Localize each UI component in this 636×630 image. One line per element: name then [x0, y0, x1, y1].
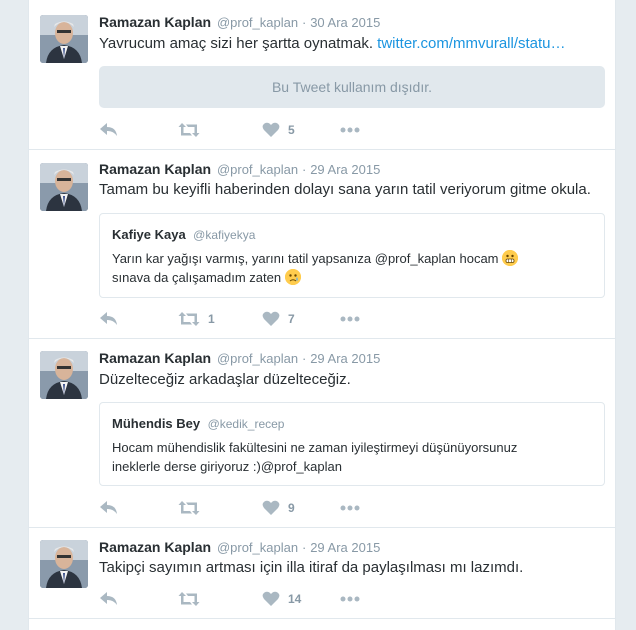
tweet-link[interactable]: twitter.com/mmvurall/statu…: [377, 35, 565, 52]
tweet[interactable]: Ramazan Kaplan @prof_kaplan · 30 Ara 201…: [29, 0, 615, 150]
tweet[interactable]: Ramazan Kaplan @prof_kaplan · 29 Ara 201…: [29, 528, 615, 619]
tweet-actions: 5: [99, 120, 399, 140]
like-button[interactable]: 14: [262, 589, 301, 609]
avatar-image: [40, 540, 88, 588]
tweet-header: Ramazan Kaplan @prof_kaplan · 29 Ara 201…: [99, 350, 380, 366]
tweet-actions: 9: [99, 498, 399, 518]
quote-fullname: Kafiye Kaya: [112, 227, 186, 242]
retweet-icon: [178, 123, 200, 137]
tweet-text: Takipçi sayımın artması için illa itiraf…: [99, 559, 524, 576]
fullname[interactable]: Ramazan Kaplan: [99, 161, 211, 177]
unavailable-tweet-notice: Bu Tweet kullanım dışıdır.: [99, 66, 605, 108]
reply-button[interactable]: [99, 589, 119, 609]
quote-username: @kafiyekya: [193, 228, 256, 242]
reply-button[interactable]: [99, 309, 119, 329]
retweet-icon: [178, 312, 200, 326]
like-count: 14: [288, 592, 302, 606]
quote-text-line2: sınava da çalışamadım zaten: [112, 270, 282, 285]
tweet-text: Yavrucum amaç sizi her şartta oynatmak. …: [99, 34, 604, 54]
reply-icon: [100, 501, 117, 514]
username[interactable]: @prof_kaplan: [217, 15, 298, 30]
avatar-image: [40, 351, 88, 399]
reply-icon: [100, 592, 117, 605]
like-count: 5: [288, 123, 295, 137]
retweet-button[interactable]: [178, 498, 208, 518]
heart-icon: [262, 122, 280, 137]
separator: ·: [301, 351, 307, 366]
crying-face-emoji: [284, 269, 301, 285]
more-button[interactable]: [340, 498, 360, 518]
username[interactable]: @prof_kaplan: [217, 540, 298, 555]
separator: ·: [301, 15, 307, 30]
tweet-header: Ramazan Kaplan @prof_kaplan · 29 Ara 201…: [99, 161, 380, 177]
timeline: Ramazan Kaplan @prof_kaplan · 30 Ara 201…: [28, 0, 616, 630]
username[interactable]: @prof_kaplan: [217, 162, 298, 177]
tweet-header: Ramazan Kaplan @prof_kaplan · 29 Ara 201…: [99, 539, 380, 555]
reply-icon: [100, 123, 117, 136]
quote-text: Hocam mühendislik fakültesini ne zaman i…: [112, 438, 592, 476]
retweet-count: 1: [208, 312, 215, 326]
fullname[interactable]: Ramazan Kaplan: [99, 14, 211, 30]
tweet[interactable]: Ramazan Kaplan @prof_kaplan · 29 Ara 201…: [29, 150, 615, 339]
fullname[interactable]: Ramazan Kaplan: [99, 539, 211, 555]
fullname[interactable]: Ramazan Kaplan: [99, 350, 211, 366]
avatar[interactable]: [40, 351, 88, 399]
avatar[interactable]: [40, 540, 88, 588]
avatar-image: [40, 163, 88, 211]
more-icon: [340, 127, 360, 133]
heart-icon: [262, 311, 280, 326]
more-icon: [340, 505, 360, 511]
separator: ·: [301, 540, 307, 555]
timestamp[interactable]: 30 Ara 2015: [310, 15, 380, 30]
heart-icon: [262, 500, 280, 515]
tweet-text: Düzelteceğiz arkadaşlar düzelteceğiz.: [99, 371, 351, 388]
quote-text-line1: Hocam mühendislik fakültesini ne zaman i…: [112, 440, 518, 455]
quoted-tweet[interactable]: Kafiye Kaya @kafiyekya Yarın kar yağışı …: [99, 213, 605, 298]
tweet-header: Ramazan Kaplan @prof_kaplan · 30 Ara 201…: [99, 14, 380, 30]
tweet[interactable]: Ramazan Kaplan @prof_kaplan · 29 Ara 201…: [29, 339, 615, 528]
retweet-icon: [178, 592, 200, 606]
tweet-actions: 14: [99, 589, 399, 609]
timestamp[interactable]: 29 Ara 2015: [310, 162, 380, 177]
reply-button[interactable]: [99, 120, 119, 140]
like-button[interactable]: 5: [262, 120, 295, 140]
like-button[interactable]: 7: [262, 309, 295, 329]
more-icon: [340, 596, 360, 602]
avatar-image: [40, 15, 88, 63]
like-count: 9: [288, 501, 295, 515]
separator: ·: [301, 162, 307, 177]
retweet-button[interactable]: [178, 589, 208, 609]
quote-text-line2: ineklerle derse giriyoruz :)@prof_kaplan: [112, 459, 342, 474]
quote-fullname: Mühendis Bey: [112, 416, 201, 431]
retweet-icon: [178, 501, 200, 515]
avatar[interactable]: [40, 163, 88, 211]
quoted-tweet[interactable]: Mühendis Bey @kedik_recep Hocam mühendis…: [99, 402, 605, 486]
more-button[interactable]: [340, 309, 360, 329]
timestamp[interactable]: 29 Ara 2015: [310, 351, 380, 366]
grimacing-face-emoji: [502, 250, 519, 266]
more-button[interactable]: [340, 120, 360, 140]
reply-icon: [100, 312, 117, 325]
quote-text: Yarın kar yağışı varmış, yarını tatil ya…: [112, 249, 592, 287]
avatar[interactable]: [40, 15, 88, 63]
quote-username: @kedik_recep: [207, 417, 285, 431]
timestamp[interactable]: 29 Ara 2015: [310, 540, 380, 555]
tweet-text: Tamam bu keyifli haberinden dolayı sana …: [99, 181, 591, 198]
like-count: 7: [288, 312, 295, 326]
tweet-actions: 1 7: [99, 309, 399, 329]
tweet-text-body: Yavrucum amaç sizi her şartta oynatmak.: [99, 35, 373, 52]
retweet-button[interactable]: [178, 120, 208, 140]
quote-text-line1: Yarın kar yağışı varmış, yarını tatil ya…: [112, 251, 499, 266]
username[interactable]: @prof_kaplan: [217, 351, 298, 366]
more-icon: [340, 316, 360, 322]
more-button[interactable]: [340, 589, 360, 609]
reply-button[interactable]: [99, 498, 119, 518]
like-button[interactable]: 9: [262, 498, 295, 518]
heart-icon: [262, 591, 280, 606]
retweet-button[interactable]: 1: [178, 309, 215, 329]
